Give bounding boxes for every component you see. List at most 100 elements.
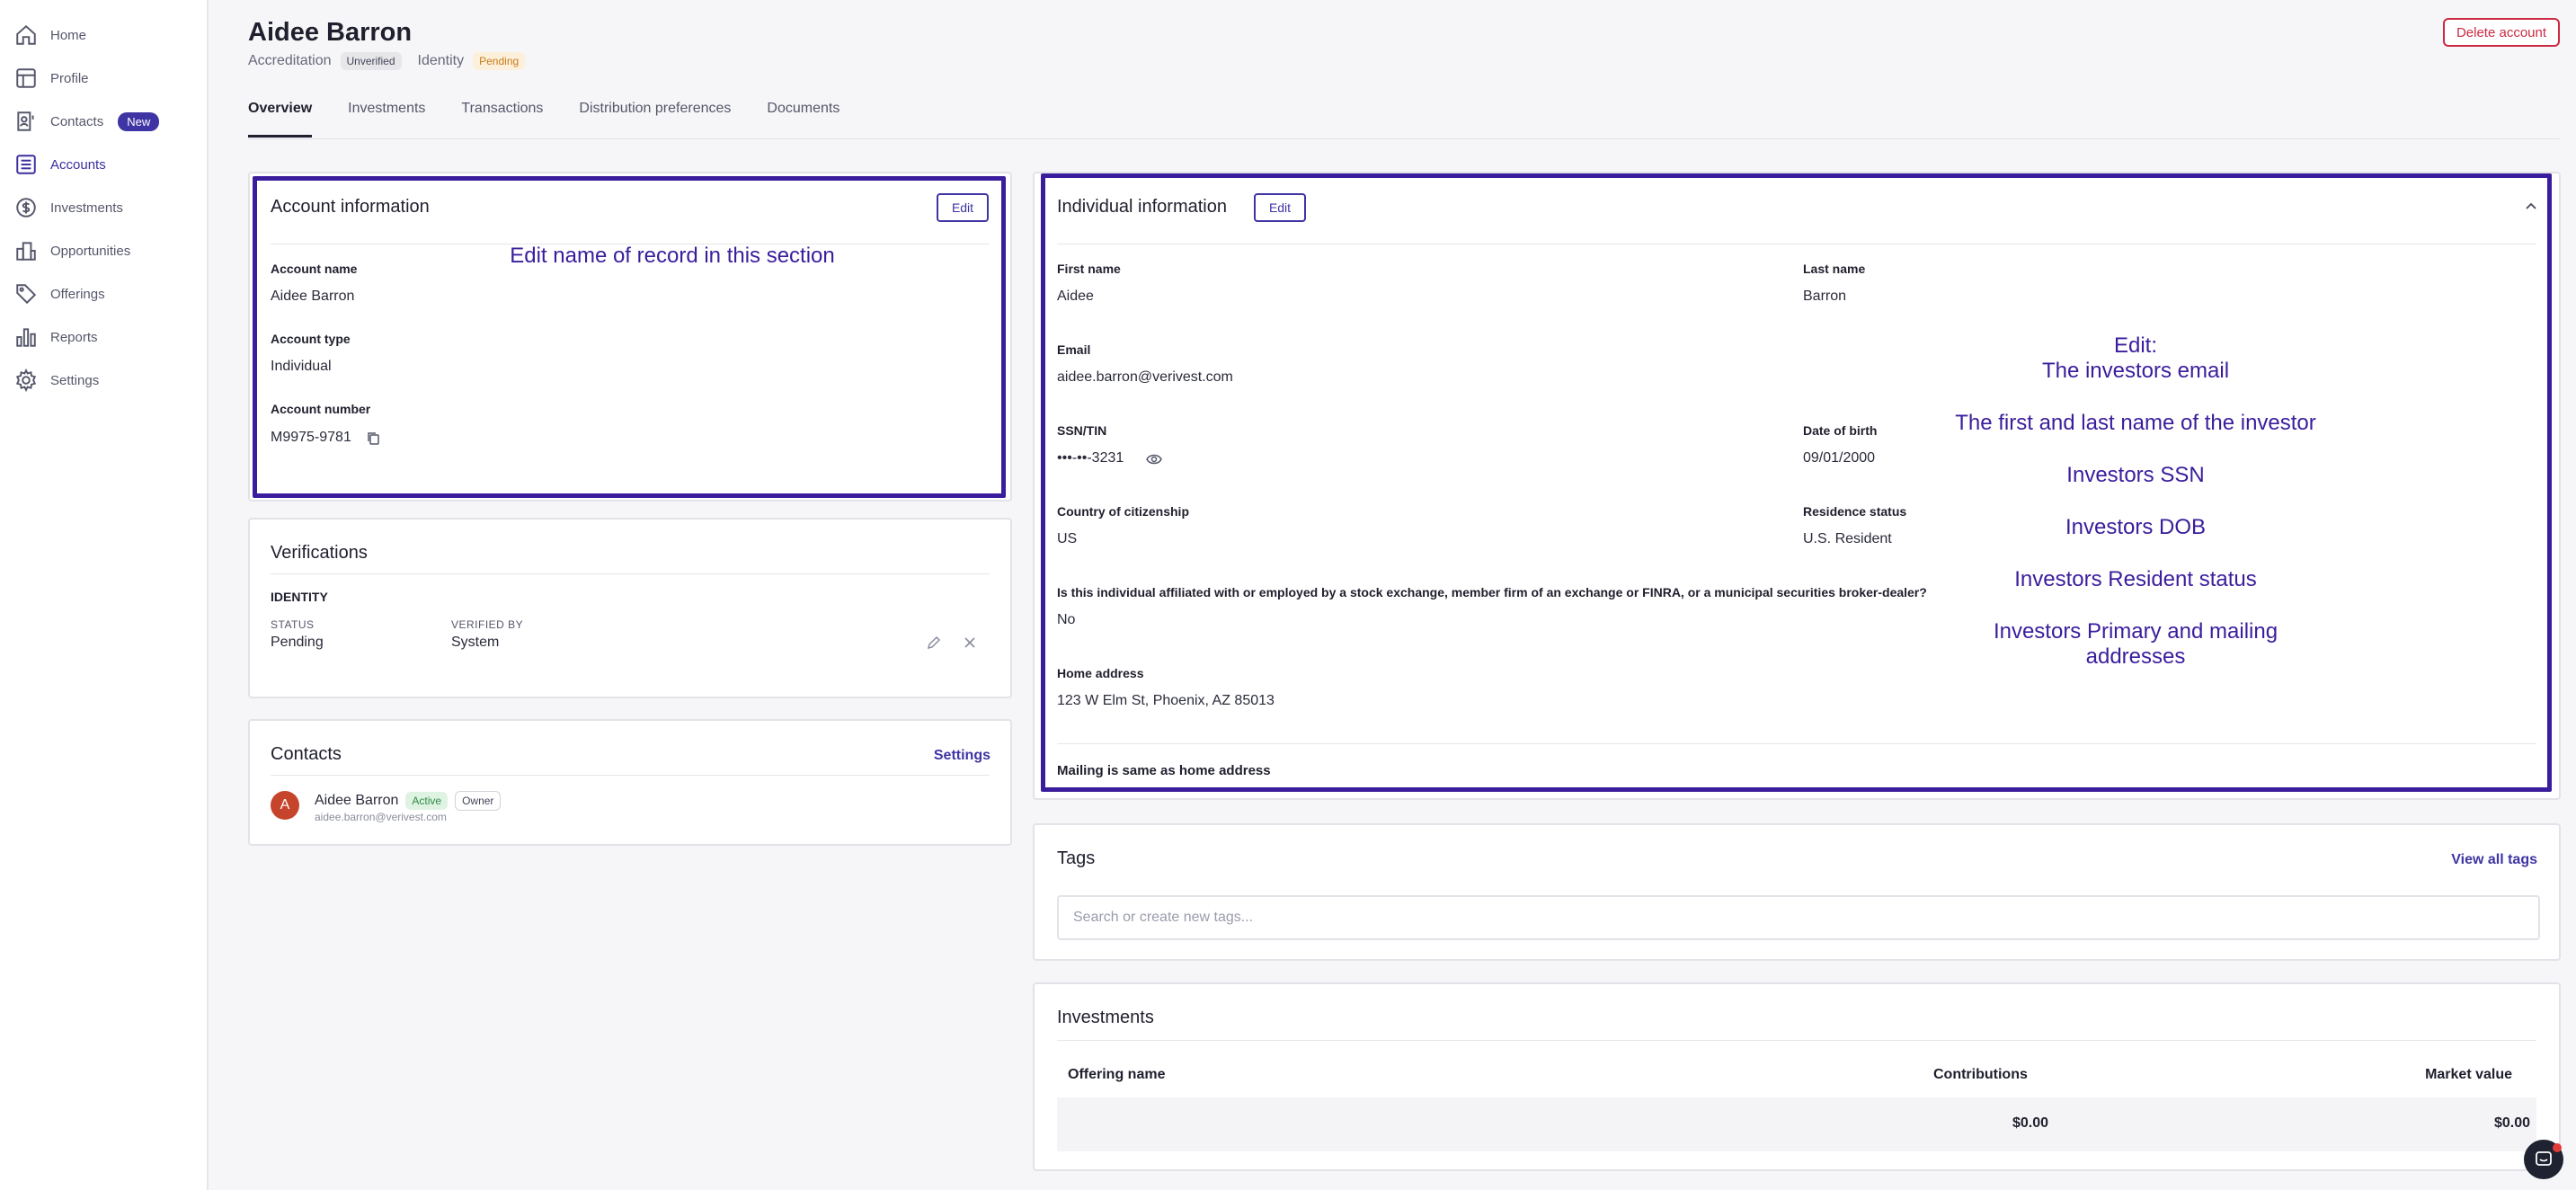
page-title: Aidee Barron xyxy=(248,18,413,47)
annotation-dob: Investors DOB xyxy=(2065,515,2207,539)
close-icon[interactable] xyxy=(962,635,978,651)
sidebar-item-label: Contacts xyxy=(50,113,104,129)
account-information-title: Account information xyxy=(271,197,430,217)
email-value: aidee.barron@verivest.com xyxy=(1057,369,1233,385)
affiliation-label: Is this individual affiliated with or em… xyxy=(1057,585,1927,599)
annotation-addresses-cont: addresses xyxy=(2085,644,2186,669)
affiliation-value: No xyxy=(1057,612,1076,627)
chat-icon xyxy=(2536,1151,2552,1166)
contact-status-badge: Active xyxy=(405,792,449,810)
table-row[interactable] xyxy=(1057,1097,2536,1151)
tag-icon xyxy=(16,284,37,305)
sidebar-item-opportunities[interactable]: Opportunities xyxy=(14,233,130,269)
first-name-value: Aidee xyxy=(1057,289,1094,304)
status-value: Pending xyxy=(271,635,324,650)
annotation-email: The investors email xyxy=(2041,359,2230,383)
dollar-icon xyxy=(16,198,36,218)
contact-row[interactable]: Aidee Barron Active Owner xyxy=(315,791,502,811)
gear-icon xyxy=(15,369,37,392)
sidebar-item-label: Profile xyxy=(50,70,89,86)
identity-label: Identity xyxy=(417,53,465,68)
sidebar-item-label: Opportunities xyxy=(50,243,131,259)
column-market-value[interactable]: Market value xyxy=(2425,1067,2512,1083)
card-divider xyxy=(1057,743,2536,744)
pencil-icon[interactable] xyxy=(926,635,942,651)
tab-distribution-preferences[interactable]: Distribution preferences xyxy=(579,101,731,137)
card-divider xyxy=(271,775,990,776)
copy-icon[interactable] xyxy=(367,431,381,446)
sidebar-item-contacts[interactable]: Contacts New xyxy=(14,103,160,139)
account-type-label: Account type xyxy=(271,332,351,346)
dob-value: 09/01/2000 xyxy=(1803,450,1876,466)
card-divider xyxy=(1057,1040,2536,1041)
verified-by-label: VERIFIED BY xyxy=(451,618,524,631)
sidebar-item-label: Home xyxy=(50,27,87,43)
annotation-edit-heading: Edit: xyxy=(2113,333,2158,358)
tags-title: Tags xyxy=(1057,848,1096,868)
investments-card: Investments Offering name Contributions … xyxy=(1033,982,2561,1171)
annotation-residence: Investors Resident status xyxy=(2014,567,2257,591)
sidebar-item-label: Reports xyxy=(50,329,98,345)
sidebar-item-label: Investments xyxy=(50,200,123,216)
sidebar-item-reports[interactable]: Reports xyxy=(14,319,98,355)
ssn-label: SSN/TIN xyxy=(1057,423,1107,438)
sidebar-item-label: Settings xyxy=(50,372,100,388)
individual-edit-button[interactable]: Edit xyxy=(1254,193,1306,222)
first-name-label: First name xyxy=(1057,262,1121,276)
tab-transactions[interactable]: Transactions xyxy=(461,101,543,137)
contacts-card: Contacts Settings A Aidee Barron Active … xyxy=(248,719,1012,846)
accreditation-badge: Unverified xyxy=(340,52,402,70)
tab-bar: Overview Investments Transactions Distri… xyxy=(248,101,839,138)
tabs-divider xyxy=(248,138,2560,139)
annotation-name: The first and last name of the investor xyxy=(1955,411,2316,435)
contributions-cell: $0.00 xyxy=(2012,1115,2049,1131)
annotation-account: Edit name of record in this section xyxy=(510,244,835,268)
home-address-label: Home address xyxy=(1057,666,1144,680)
tag-search-input[interactable] xyxy=(1057,895,2540,940)
dob-label: Date of birth xyxy=(1803,423,1878,438)
account-name-value: Aidee Barron xyxy=(271,289,355,304)
individual-information-card: Individual information Edit First name A… xyxy=(1033,172,2561,800)
home-address-value: 123 W Elm St, Phoenix, AZ 85013 xyxy=(1057,693,1275,708)
column-offering-name[interactable]: Offering name xyxy=(1068,1067,1165,1083)
tab-documents[interactable]: Documents xyxy=(767,101,839,137)
verifications-card: Verifications IDENTITY STATUS Pending VE… xyxy=(248,518,1012,698)
sidebar-item-accounts[interactable]: Accounts xyxy=(14,147,106,182)
status-line: Accreditation Unverified Identity Pendin… xyxy=(248,52,526,70)
column-contributions[interactable]: Contributions xyxy=(1933,1067,2028,1083)
card-divider xyxy=(271,573,990,574)
contacts-title: Contacts xyxy=(271,744,342,764)
profile-icon xyxy=(16,68,36,88)
last-name-value: Barron xyxy=(1803,289,1847,304)
investments-title: Investments xyxy=(1057,1008,1154,1027)
verifications-title: Verifications xyxy=(271,543,368,563)
verified-by-value: System xyxy=(451,635,500,650)
chevron-up-icon[interactable] xyxy=(2522,197,2540,215)
account-edit-button[interactable]: Edit xyxy=(937,193,989,222)
sidebar-item-settings[interactable]: Settings xyxy=(14,362,99,398)
tags-card: Tags View all tags xyxy=(1033,823,2561,961)
sidebar-item-offerings[interactable]: Offerings xyxy=(14,276,105,312)
sidebar-item-home[interactable]: Home xyxy=(14,17,86,53)
identity-section-label: IDENTITY xyxy=(271,590,328,604)
contacts-settings-link[interactable]: Settings xyxy=(934,748,990,764)
delete-account-button[interactable]: Delete account xyxy=(2443,18,2560,47)
eye-icon[interactable] xyxy=(1146,452,1162,466)
individual-information-title: Individual information xyxy=(1057,197,1227,217)
last-name-label: Last name xyxy=(1803,262,1866,276)
annotation-ssn: Investors SSN xyxy=(2066,463,2205,487)
tab-investments[interactable]: Investments xyxy=(348,101,425,137)
contacts-icon xyxy=(17,111,34,131)
home-icon xyxy=(16,24,36,45)
view-all-tags-link[interactable]: View all tags xyxy=(2451,852,2537,868)
tab-overview[interactable]: Overview xyxy=(248,101,313,138)
sidebar-item-investments[interactable]: Investments xyxy=(14,190,123,226)
mailing-note: Mailing is same as home address xyxy=(1057,763,1271,778)
accounts-icon xyxy=(16,155,36,174)
new-badge: New xyxy=(118,111,160,131)
accreditation-label: Accreditation xyxy=(248,53,332,68)
citizenship-label: Country of citizenship xyxy=(1057,504,1189,519)
sidebar-item-profile[interactable]: Profile xyxy=(14,60,89,96)
contact-email: aidee.barron@verivest.com xyxy=(315,811,447,823)
citizenship-value: US xyxy=(1057,531,1078,546)
